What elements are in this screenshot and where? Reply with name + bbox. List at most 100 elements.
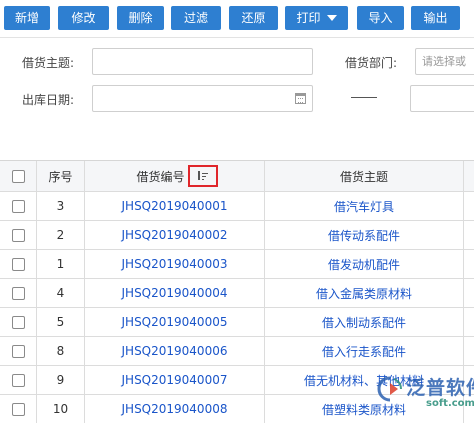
row-checkbox[interactable] [11,344,25,358]
delete-button-label: 删除 [128,11,153,25]
row-no: 10 [52,402,69,416]
row-code-cell: JHSQ2019040005 [85,308,265,336]
import-button-label: 导入 [368,11,393,25]
row-checkbox[interactable] [11,257,25,271]
date-range-separator [351,97,377,98]
watermark: 泛普软件 soft.com [376,373,474,423]
row-code-cell: JHSQ2019040001 [85,192,265,220]
row-code-link[interactable]: JHSQ2019040007 [122,373,228,387]
row-checkbox[interactable] [11,373,25,387]
add-button-label: 新增 [14,11,39,25]
row-checkbox[interactable] [11,199,25,213]
print-button-label: 打印 [296,11,321,25]
table-row[interactable]: 1 JHSQ2019040003 借发动机配件 [0,250,474,279]
header-no-label: 序号 [48,169,73,184]
row-extra-cell [464,337,474,365]
row-checkbox[interactable] [11,315,25,329]
row-code-link[interactable]: JHSQ2019040001 [122,199,228,213]
row-no: 1 [56,257,65,271]
export-button-label: 输出 [423,11,448,25]
row-no-cell: 5 [37,308,85,336]
row-checkbox[interactable] [11,402,25,416]
edit-button-label: 修改 [71,11,96,25]
dept-label: 借货部门: [345,56,398,70]
row-checkbox[interactable] [11,228,25,242]
dept-select[interactable]: 请选择或 [415,48,474,75]
row-checkbox-cell [0,366,37,394]
row-title-link[interactable]: 借发动机配件 [328,256,400,273]
row-extra-cell [464,308,474,336]
row-code-cell: JHSQ2019040003 [85,250,265,278]
filter-button-label: 过滤 [183,11,208,25]
select-all-checkbox[interactable] [11,169,25,183]
row-no-cell: 8 [37,337,85,365]
date-label: 出库日期: [22,93,75,107]
watermark-name: 泛普软件 [406,377,474,399]
row-code-link[interactable]: JHSQ2019040003 [122,257,228,271]
row-code-link[interactable]: JHSQ2019040002 [122,228,228,242]
date-end-input[interactable] [410,85,474,112]
table-row[interactable]: 8 JHSQ2019040006 借入行走系配件 [0,337,474,366]
restore-button[interactable]: 还原 [229,6,278,30]
fanpu-logo-icon [377,376,402,402]
row-code-link[interactable]: JHSQ2019040004 [122,286,228,300]
row-code-cell: JHSQ2019040006 [85,337,265,365]
print-button[interactable]: 打印 [285,6,348,30]
subject-label: 借货主题: [22,56,75,70]
header-code[interactable]: 借货编号 [85,161,265,191]
table-row[interactable]: 2 JHSQ2019040002 借传动系配件 [0,221,474,250]
row-checkbox-cell [0,308,37,336]
table-row[interactable]: 5 JHSQ2019040005 借入制动系配件 [0,308,474,337]
subject-input[interactable] [92,48,313,75]
row-code-link[interactable]: JHSQ2019040005 [122,315,228,329]
header-extra [464,161,474,191]
row-no-cell: 2 [37,221,85,249]
row-extra-cell [464,250,474,278]
table-row[interactable]: 3 JHSQ2019040001 借汽车灯具 [0,192,474,221]
toolbar: 新增 修改 删除 过滤 还原 打印 导入 输出 [0,0,474,37]
row-title-link[interactable]: 借入制动系配件 [322,314,406,331]
row-code-cell: JHSQ2019040004 [85,279,265,307]
delete-button[interactable]: 删除 [117,6,164,30]
row-title-cell: 借汽车灯具 [265,192,464,220]
header-checkbox-cell [0,161,37,191]
import-button[interactable]: 导入 [357,6,404,30]
row-checkbox[interactable] [11,286,25,300]
row-title-link[interactable]: 借入金属类原材料 [316,285,412,302]
row-code-link[interactable]: JHSQ2019040008 [122,402,228,416]
row-no: 3 [56,199,65,213]
row-no-cell: 10 [37,395,85,423]
row-no-cell: 4 [37,279,85,307]
row-code-cell: JHSQ2019040007 [85,366,265,394]
row-no: 4 [56,286,65,300]
filter-button[interactable]: 过滤 [171,6,221,30]
date-start-input[interactable] [92,85,313,112]
row-code-cell: JHSQ2019040002 [85,221,265,249]
header-title[interactable]: 借货主题 [265,161,464,191]
export-button[interactable]: 输出 [411,6,460,30]
header-code-label: 借货编号 [136,169,185,184]
row-no-cell: 1 [37,250,85,278]
watermark-site: soft.com [426,398,474,409]
row-code-link[interactable]: JHSQ2019040006 [122,344,228,358]
row-title-link[interactable]: 借入行走系配件 [322,343,406,360]
filter-panel: 借货主题: 借货部门: 请选择或 出库日期: [0,37,474,160]
edit-button[interactable]: 修改 [58,6,109,30]
row-extra-cell [464,279,474,307]
restore-button-label: 还原 [241,11,266,25]
row-title-cell: 借入行走系配件 [265,337,464,365]
row-checkbox-cell [0,279,37,307]
row-extra-cell [464,192,474,220]
header-title-label: 借货主题 [339,169,388,184]
chevron-down-icon [326,15,337,21]
sort-highlight-box [188,165,218,187]
row-title-link[interactable]: 借汽车灯具 [334,198,394,215]
row-title-link[interactable]: 借传动系配件 [328,227,400,244]
row-no: 9 [56,373,65,387]
row-checkbox-cell [0,337,37,365]
row-title-cell: 借入制动系配件 [265,308,464,336]
row-checkbox-cell [0,221,37,249]
add-button[interactable]: 新增 [4,6,50,30]
calendar-icon[interactable] [295,93,306,104]
table-row[interactable]: 4 JHSQ2019040004 借入金属类原材料 [0,279,474,308]
